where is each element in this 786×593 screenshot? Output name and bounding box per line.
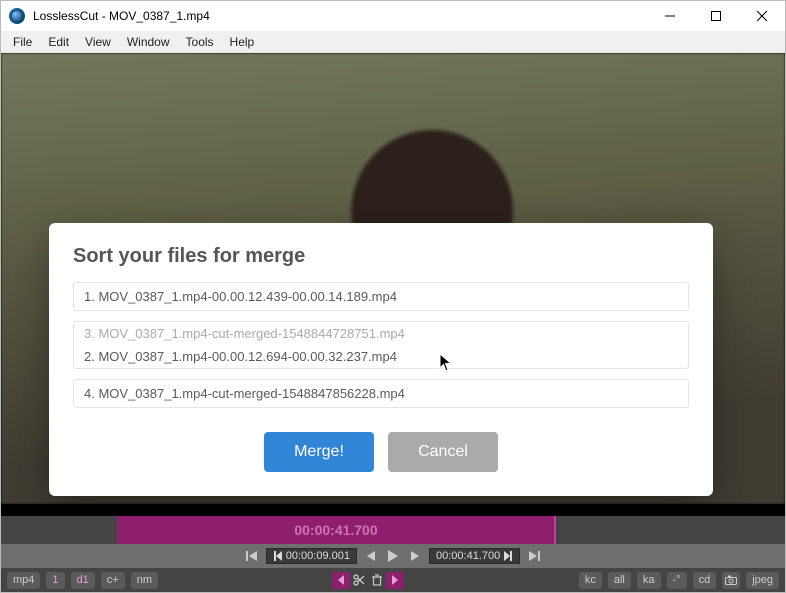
jump-end-icon[interactable] xyxy=(503,550,513,562)
start-time-value: 00:00:09.001 xyxy=(286,550,350,562)
file-item-2[interactable]: 2. MOV_0387_1.mp4-00.00.12.694-00.00.32.… xyxy=(74,345,688,368)
close-icon xyxy=(757,11,767,21)
black-strip xyxy=(1,504,785,516)
step-forward-icon[interactable] xyxy=(407,548,423,564)
capture-frame-button[interactable] xyxy=(722,572,740,589)
modal-buttons: Merge! Cancel xyxy=(73,432,689,472)
all-pill[interactable]: all xyxy=(608,572,631,589)
d1-pill[interactable]: d1 xyxy=(71,572,95,589)
bottom-bar: mp4 1 d1 c+ nm kc all ka -° cd jpeg xyxy=(1,568,785,592)
file-item-1[interactable]: 1. MOV_0387_1.mp4-00.00.12.439-00.00.14.… xyxy=(73,282,689,311)
start-time-box[interactable]: 00:00:09.001 xyxy=(266,548,357,564)
segment-time-label: 00:00:41.700 xyxy=(294,522,377,538)
cd-pill[interactable]: cd xyxy=(693,572,717,589)
video-area: Sort your files for merge 1. MOV_0387_1.… xyxy=(1,53,785,504)
menu-view[interactable]: View xyxy=(77,33,119,51)
maximize-button[interactable] xyxy=(693,1,739,31)
playback-controls: 00:00:09.001 00:00:41.700 xyxy=(1,544,785,568)
menu-tools[interactable]: Tools xyxy=(178,33,222,51)
play-icon[interactable] xyxy=(385,548,401,564)
cancel-button[interactable]: Cancel xyxy=(388,432,498,472)
camera-icon xyxy=(725,575,737,585)
merge-sort-modal: Sort your files for merge 1. MOV_0387_1.… xyxy=(49,223,713,496)
set-cut-end-button[interactable] xyxy=(386,572,404,589)
trash-icon[interactable] xyxy=(368,572,386,589)
segment-number-pill[interactable]: 1 xyxy=(46,572,64,589)
skip-to-start-icon[interactable] xyxy=(244,548,260,564)
file-item-4[interactable]: 4. MOV_0387_1.mp4-cut-merged-15488478562… xyxy=(73,379,689,408)
capture-format-pill[interactable]: jpeg xyxy=(746,572,779,589)
timeline-segment[interactable]: 00:00:41.700 xyxy=(117,516,555,544)
file-drop-target[interactable]: 3. MOV_0387_1.mp4-cut-merged-15488447287… xyxy=(73,321,689,369)
maximize-icon xyxy=(711,11,721,21)
menu-help[interactable]: Help xyxy=(222,33,263,51)
rotation-pill[interactable]: -° xyxy=(667,572,687,589)
cut-controls xyxy=(332,572,404,589)
menubar: File Edit View Window Tools Help xyxy=(1,31,785,53)
cplus-pill[interactable]: c+ xyxy=(101,572,125,589)
scissors-icon[interactable] xyxy=(350,572,368,589)
end-time-box[interactable]: 00:00:41.700 xyxy=(429,548,520,564)
menu-file[interactable]: File xyxy=(5,33,40,51)
skip-to-end-icon[interactable] xyxy=(526,548,542,564)
modal-heading: Sort your files for merge xyxy=(73,245,689,268)
step-back-icon[interactable] xyxy=(363,548,379,564)
ka-pill[interactable]: ka xyxy=(637,572,661,589)
menu-edit[interactable]: Edit xyxy=(40,33,77,51)
titlebar: LosslessCut - MOV_0387_1.mp4 xyxy=(1,1,785,31)
output-format-pill[interactable]: mp4 xyxy=(7,572,40,589)
jump-start-icon[interactable] xyxy=(273,550,283,562)
nm-pill[interactable]: nm xyxy=(131,572,158,589)
menu-window[interactable]: Window xyxy=(119,33,178,51)
sortable-file-list[interactable]: 1. MOV_0387_1.mp4-00.00.12.439-00.00.14.… xyxy=(73,282,689,408)
window-title: LosslessCut - MOV_0387_1.mp4 xyxy=(33,9,210,23)
minimize-icon xyxy=(665,11,675,21)
timeline[interactable]: 00:00:41.700 xyxy=(1,516,785,544)
close-button[interactable] xyxy=(739,1,785,31)
kc-pill[interactable]: kc xyxy=(579,572,602,589)
set-cut-start-button[interactable] xyxy=(332,572,350,589)
merge-button[interactable]: Merge! xyxy=(264,432,374,472)
app-window: LosslessCut - MOV_0387_1.mp4 File Edit V… xyxy=(0,0,786,593)
minimize-button[interactable] xyxy=(647,1,693,31)
end-time-value: 00:00:41.700 xyxy=(436,550,500,562)
file-item-3-dragging[interactable]: 3. MOV_0387_1.mp4-cut-merged-15488447287… xyxy=(74,322,688,345)
app-icon xyxy=(9,8,25,24)
